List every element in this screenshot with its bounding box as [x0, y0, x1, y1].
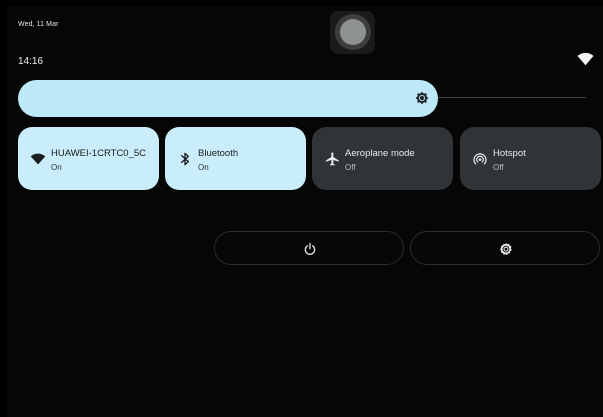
tile-bluetooth-label: Bluetooth: [198, 148, 239, 159]
power-icon: [304, 242, 316, 255]
tile-hotspot[interactable]: Hotspot Off: [460, 127, 601, 190]
front-camera: [330, 11, 375, 54]
wifi-icon: [577, 52, 594, 66]
tile-aeroplane-state: Off: [345, 163, 356, 172]
bluetooth-icon: [181, 152, 189, 166]
brightness-slider[interactable]: [18, 80, 438, 117]
tile-wifi-label: HUAWEI-1CRTC0_5C: [51, 148, 147, 159]
status-date: Wed, 11 Mar: [18, 21, 59, 28]
tile-bluetooth[interactable]: Bluetooth On: [165, 127, 306, 190]
settings-icon: [499, 242, 512, 255]
tile-aeroplane-label: Aeroplane mode: [345, 148, 415, 159]
brightness-slider-track[interactable]: [436, 97, 586, 98]
airplane-icon: [326, 152, 339, 166]
quick-settings-panel: [7, 6, 603, 417]
hotspot-icon: [473, 153, 487, 165]
settings-button[interactable]: [410, 231, 600, 265]
tile-hotspot-label: Hotspot: [493, 148, 526, 159]
wifi-icon: [30, 153, 46, 165]
tile-wifi-state: On: [51, 163, 62, 172]
tile-hotspot-state: Off: [493, 163, 504, 172]
tile-aeroplane-mode[interactable]: Aeroplane mode Off: [312, 127, 453, 190]
brightness-icon: [415, 91, 429, 105]
power-button[interactable]: [214, 231, 404, 265]
tile-bluetooth-state: On: [198, 163, 209, 172]
camera-lens: [340, 19, 366, 45]
tile-wifi[interactable]: HUAWEI-1CRTC0_5C On: [18, 127, 159, 190]
status-time: 14:16: [18, 56, 44, 67]
